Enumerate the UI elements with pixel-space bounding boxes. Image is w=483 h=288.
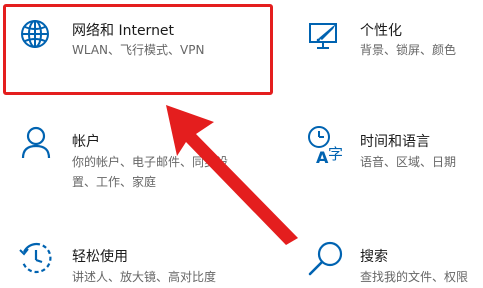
tile-title: 轻松使用	[72, 249, 128, 265]
search-icon	[306, 240, 346, 284]
tile-search[interactable]: 搜索 查找我的文件、权限	[300, 230, 480, 288]
time-language-icon: A 字	[306, 125, 346, 169]
tile-title: 帐户	[72, 134, 100, 150]
tile-title: 个性化	[360, 23, 402, 39]
tile-time-language[interactable]: A 字 时间和语言 语音、区域、日期	[300, 115, 480, 200]
svg-text:字: 字	[328, 145, 343, 163]
tile-description: 你的帐户、电子邮件、同步设	[72, 155, 229, 169]
highlight-box	[3, 4, 273, 95]
tile-title: 时间和语言	[360, 134, 430, 150]
paintbrush-monitor-icon	[308, 21, 340, 55]
ease-of-access-icon	[18, 240, 54, 280]
person-icon	[20, 125, 52, 163]
settings-home: 网络和 Internet WLAN、飞行模式、VPN 个性化 背景、锁屏、颜色 …	[0, 0, 483, 288]
tile-description: 背景、锁屏、颜色	[360, 43, 457, 57]
tile-title: 搜索	[360, 249, 388, 265]
tile-personalization[interactable]: 个性化 背景、锁屏、颜色	[300, 7, 480, 92]
tile-ease-of-access[interactable]: 轻松使用 讲述人、放大镜、高对比度	[6, 230, 270, 288]
tile-description: 讲述人、放大镜、高对比度	[72, 270, 217, 284]
tile-description: 语音、区域、日期	[360, 155, 457, 169]
tile-accounts[interactable]: 帐户 你的帐户、电子邮件、同步设 置、工作、家庭	[6, 115, 270, 200]
tile-description: 查找我的文件、权限	[360, 270, 469, 284]
tile-description-line2: 置、工作、家庭	[72, 175, 157, 189]
